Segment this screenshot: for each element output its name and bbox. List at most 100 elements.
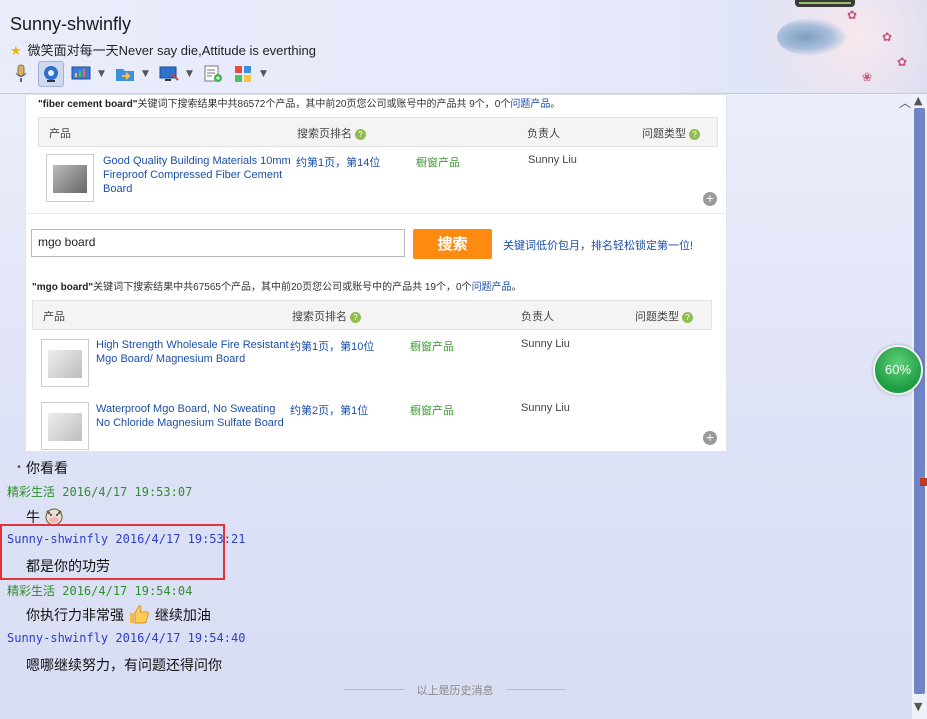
file-transfer-icon[interactable] bbox=[112, 61, 138, 87]
table-header: 产品 搜索页排名? 负责人 问题类型? bbox=[32, 300, 712, 330]
message-time: 2016/4/17 19:54:04 bbox=[62, 584, 193, 598]
search-button: 搜索 bbox=[413, 229, 492, 259]
summary-end: 。 bbox=[511, 282, 522, 293]
product-rank: 约第1页，第14位 bbox=[296, 157, 381, 169]
product-owner: Sunny Liu bbox=[528, 154, 577, 166]
summary-end: 。 bbox=[550, 99, 561, 110]
col-issue-label: 问题类型 bbox=[642, 128, 686, 140]
contact-name[interactable]: Sunny-shwinfly bbox=[10, 14, 131, 35]
message-body: 继续加油 bbox=[154, 608, 211, 624]
issue-count: 0个 bbox=[494, 99, 511, 110]
blossom-icon: ✿ bbox=[882, 30, 893, 44]
screen-share-icon[interactable] bbox=[68, 61, 94, 87]
message-time: 2016/4/17 19:53:07 bbox=[62, 485, 193, 499]
product-thumbnail bbox=[41, 339, 89, 387]
help-icon: ? bbox=[355, 128, 366, 140]
sender-name[interactable]: Sunny-shwinfly bbox=[7, 631, 108, 645]
col-rank: 搜索页排名? bbox=[297, 125, 366, 141]
product-rank: 约第2页，第1位 bbox=[290, 405, 369, 417]
product-title: Waterproof Mgo Board, No Sweating No Chl… bbox=[96, 403, 284, 429]
blossom-icon: ❀ bbox=[862, 70, 873, 84]
message-time: 2016/4/17 19:53:21 bbox=[115, 532, 246, 546]
product-type: 橱窗产品 bbox=[410, 405, 454, 417]
col-rank: 搜索页排名? bbox=[292, 308, 361, 324]
webcam-icon[interactable] bbox=[38, 61, 64, 87]
scroll-thumb[interactable] bbox=[914, 108, 925, 694]
microphone-icon[interactable] bbox=[8, 61, 34, 87]
col-owner: 负责人 bbox=[521, 311, 554, 323]
scrollbar[interactable]: ▲ ▼ bbox=[912, 94, 927, 719]
product-type: 橱窗产品 bbox=[410, 341, 454, 353]
issue-products-link: 问题产品 bbox=[510, 99, 551, 110]
col-product: 产品 bbox=[49, 128, 71, 140]
pasted-screenshot: "fiber cement board"关键词下搜索结果中共86572个产品，其… bbox=[25, 94, 727, 452]
performance-gauge[interactable]: 60% bbox=[873, 345, 923, 395]
scroll-down-icon[interactable]: ▼ bbox=[914, 700, 922, 713]
keyword-summary-2: "mgo board"关键词下搜索结果中共67565个产品，其中前20页您公司或… bbox=[32, 278, 522, 293]
col-rank-label: 搜索页排名 bbox=[297, 128, 352, 140]
star-icon: ★ bbox=[10, 43, 22, 58]
message-header: 精彩生活 2016/4/17 19:54:04 bbox=[7, 582, 192, 599]
divider bbox=[26, 213, 726, 214]
message-text[interactable]: 你看看 bbox=[26, 458, 68, 478]
message-text[interactable]: 你执行力非常强 继续加油 bbox=[26, 604, 211, 628]
product-title: Good Quality Building Materials 10mm Fir… bbox=[103, 155, 291, 195]
product-type: 橱窗产品 bbox=[416, 157, 460, 169]
message-header: 精彩生活 2016/4/17 19:53:07 bbox=[7, 483, 192, 500]
col-product: 产品 bbox=[43, 311, 65, 323]
product-owner: Sunny Liu bbox=[521, 338, 570, 350]
message-text[interactable]: 都是你的功劳 bbox=[26, 556, 110, 576]
zoom-icon: + bbox=[703, 192, 717, 206]
chevron-down-icon[interactable]: ▼ bbox=[142, 69, 150, 79]
help-icon: ? bbox=[689, 128, 700, 140]
chevron-down-icon[interactable]: ▼ bbox=[260, 69, 268, 79]
product-thumbnail bbox=[46, 154, 94, 202]
issue-products-link: 问题产品 bbox=[471, 282, 512, 293]
sender-name[interactable]: 精彩生活 bbox=[7, 485, 55, 499]
col-owner: 负责人 bbox=[527, 128, 560, 140]
blossom-icon: ✿ bbox=[847, 8, 858, 22]
keyword-label: "fiber cement board" bbox=[38, 99, 138, 110]
apps-icon[interactable] bbox=[230, 61, 256, 87]
product-title: High Strength Wholesale Fire Resistant M… bbox=[96, 339, 289, 365]
table-header: 产品 搜索页排名? 负责人 问题类型? bbox=[38, 117, 718, 147]
issue-count: 0个 bbox=[456, 282, 472, 293]
help-icon: ? bbox=[682, 311, 693, 323]
message-history[interactable]: "fiber cement board"关键词下搜索结果中共86572个产品，其… bbox=[0, 94, 912, 719]
bird-illustration bbox=[777, 18, 847, 56]
bullet-icon: • bbox=[16, 462, 22, 473]
new-chat-icon[interactable] bbox=[200, 61, 226, 87]
product-owner: Sunny Liu bbox=[521, 402, 570, 414]
zoom-icon: + bbox=[703, 431, 717, 445]
blossom-icon: ✿ bbox=[897, 55, 908, 69]
summary-text: 关键词下搜索结果中共67565个产品，其中前20页您公司或账号中的产品共 19个… bbox=[93, 282, 456, 293]
keyword-label: "mgo board" bbox=[32, 282, 94, 293]
search-input: mgo board bbox=[31, 229, 405, 257]
skin-decoration: ✿ ✿ ✿ ❀ bbox=[697, 0, 927, 93]
summary-text: 关键词下搜索结果中共86572个产品，其中前20页您公司或账号中的产品共 9个， bbox=[137, 99, 495, 110]
col-rank-label: 搜索页排名 bbox=[292, 311, 347, 323]
sender-name[interactable]: 精彩生活 bbox=[7, 584, 55, 598]
side-tab-icon[interactable] bbox=[920, 478, 927, 486]
message-body: 你执行力非常强 bbox=[26, 608, 124, 624]
signature-text: 微笑面对每一天Never say die,Attitude is everthi… bbox=[27, 43, 316, 58]
promo-link: 关键词低价包月，排名轻松锁定第一位! bbox=[503, 240, 694, 252]
chevron-down-icon[interactable]: ▼ bbox=[98, 69, 106, 79]
col-issue: 问题类型? bbox=[635, 308, 693, 324]
scroll-up-icon[interactable]: ▲ bbox=[914, 94, 922, 107]
message-header: Sunny-shwinfly 2016/4/17 19:53:21 bbox=[7, 532, 245, 546]
message-text[interactable]: 嗯哪继续努力，有问题还得问你 bbox=[26, 655, 222, 675]
thumbs-up-icon bbox=[128, 604, 150, 628]
history-divider: 以上是历史消息 bbox=[344, 682, 566, 698]
contact-signature: ★ 微笑面对每一天Never say die,Attitude is everth… bbox=[10, 40, 316, 59]
collapse-icon[interactable]: ︿ bbox=[899, 94, 911, 111]
chevron-down-icon[interactable]: ▼ bbox=[186, 69, 194, 79]
keyword-summary-1: "fiber cement board"关键词下搜索结果中共86572个产品，其… bbox=[38, 95, 560, 110]
product-thumbnail bbox=[41, 402, 89, 450]
chat-header: ✿ ✿ ✿ ❀ Sunny-shwinfly ★ 微笑面对每一天Never say… bbox=[0, 0, 927, 94]
window-grip[interactable] bbox=[795, 0, 855, 7]
sender-name[interactable]: Sunny-shwinfly bbox=[7, 532, 108, 546]
remote-desktop-icon[interactable] bbox=[156, 61, 182, 87]
col-issue: 问题类型? bbox=[642, 125, 700, 141]
message-header: Sunny-shwinfly 2016/4/17 19:54:40 bbox=[7, 631, 245, 645]
